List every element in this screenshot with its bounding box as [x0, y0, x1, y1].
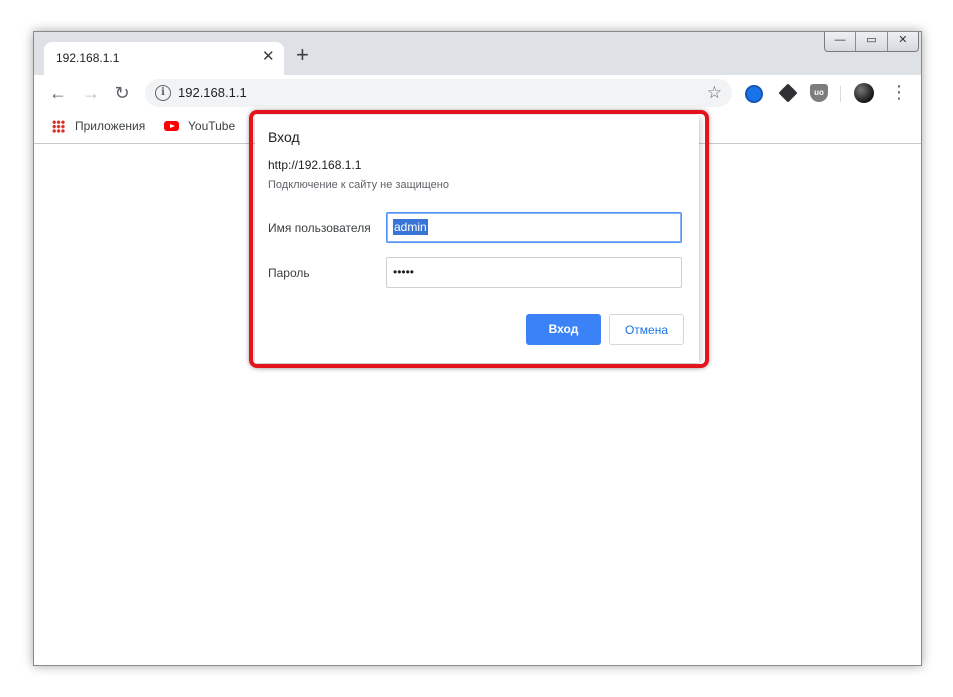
- close-window-button[interactable]: ✕: [888, 32, 918, 51]
- cube-icon[interactable]: [778, 83, 798, 103]
- tab-active[interactable]: 192.168.1.1 ✕: [44, 42, 284, 75]
- minimize-button[interactable]: —: [825, 32, 857, 51]
- bookmark-star-icon[interactable]: ☆: [707, 83, 722, 103]
- window-controls: — ▭ ✕: [824, 32, 919, 52]
- profile-avatar[interactable]: [854, 83, 874, 103]
- address-bar[interactable]: i 192.168.1.1 ☆: [145, 79, 732, 107]
- reload-icon[interactable]: ↻: [111, 82, 133, 104]
- globe-icon[interactable]: [745, 85, 763, 103]
- bookmark-apps[interactable]: Приложения: [52, 119, 145, 133]
- address-url[interactable]: 192.168.1.1: [178, 85, 247, 100]
- back-arrow-icon[interactable]: ←: [47, 82, 69, 104]
- maximize-button[interactable]: ▭: [856, 32, 888, 51]
- tab-title: 192.168.1.1: [56, 51, 120, 65]
- apps-grid-icon: [52, 119, 65, 133]
- highlight-frame: [249, 110, 709, 368]
- toolbar-divider: [840, 86, 841, 102]
- menu-dots-icon[interactable]: ⋮: [890, 82, 908, 102]
- site-info-icon[interactable]: i: [155, 85, 171, 101]
- tab-strip: 192.168.1.1 ✕ + — ▭ ✕: [34, 32, 921, 75]
- forward-arrow-icon[interactable]: →: [80, 82, 102, 104]
- bookmark-label: YouTube: [188, 119, 236, 133]
- youtube-icon: [164, 121, 179, 131]
- tab-close-icon[interactable]: ✕: [262, 49, 275, 65]
- bookmark-youtube[interactable]: YouTube: [164, 119, 235, 133]
- new-tab-button[interactable]: +: [296, 44, 309, 66]
- bookmark-label: Приложения: [75, 119, 146, 133]
- ublock-shield-icon[interactable]: uo: [810, 84, 828, 102]
- browser-toolbar: ← → ↻ i 192.168.1.1 ☆ uo ⋮: [34, 75, 921, 111]
